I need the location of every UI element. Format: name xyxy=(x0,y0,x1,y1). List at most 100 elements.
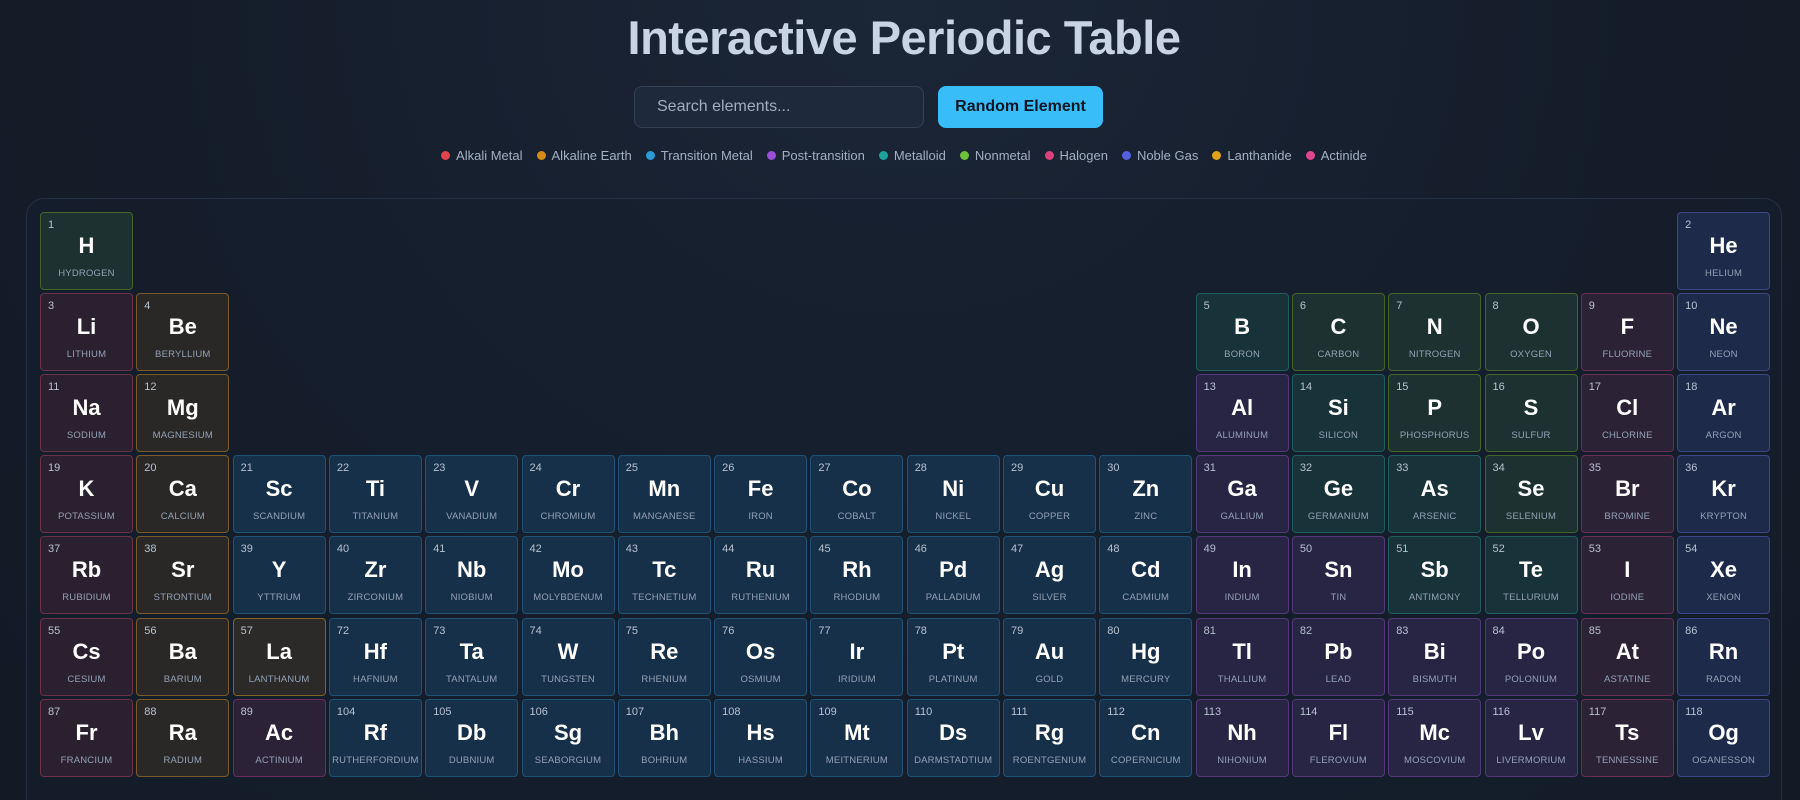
element-cell-iodine[interactable]: 53 I IODINE xyxy=(1580,536,1674,615)
element-cell-bohrium[interactable]: 107 Bh BOHRIUM xyxy=(617,698,711,777)
element-cell-arsenic[interactable]: 33 As ARSENIC xyxy=(1388,455,1482,534)
element-cell-germanium[interactable]: 32 Ge GERMANIUM xyxy=(1291,455,1385,534)
element-cell-polonium[interactable]: 84 Po POLONIUM xyxy=(1484,617,1578,696)
element-cell-tellurium[interactable]: 52 Te TELLURIUM xyxy=(1484,536,1578,615)
element-cell-darmstadtium[interactable]: 110 Ds DARMSTADTIUM xyxy=(906,698,1000,777)
element-name: ANTIMONY xyxy=(1408,592,1461,604)
random-element-button[interactable]: Random Element xyxy=(938,86,1103,128)
element-cell-bismuth[interactable]: 83 Bi BISMUTH xyxy=(1388,617,1482,696)
element-cell-rhodium[interactable]: 45 Rh RHODIUM xyxy=(810,536,904,615)
search-input[interactable] xyxy=(634,86,924,128)
element-cell-tungsten[interactable]: 74 W TUNGSTEN xyxy=(521,617,615,696)
element-cell-silver[interactable]: 47 Ag SILVER xyxy=(1003,536,1096,615)
element-cell-rubidium[interactable]: 37 Rb RUBIDIUM xyxy=(40,536,133,615)
element-cell-iridium[interactable]: 77 Ir IRIDIUM xyxy=(810,617,904,696)
element-cell-francium[interactable]: 87 Fr FRANCIUM xyxy=(40,698,133,777)
element-cell-niobium[interactable]: 41 Nb NIOBIUM xyxy=(425,536,519,615)
element-cell-vanadium[interactable]: 23 V VANADIUM xyxy=(425,455,519,534)
element-cell-dubnium[interactable]: 105 Db DUBNIUM xyxy=(425,698,519,777)
element-cell-silicon[interactable]: 14 Si SILICON xyxy=(1291,374,1385,453)
element-cell-sodium[interactable]: 11 Na SODIUM xyxy=(40,374,133,453)
element-cell-oxygen[interactable]: 8 O OXYGEN xyxy=(1484,293,1578,372)
element-cell-carbon[interactable]: 6 C CARBON xyxy=(1291,293,1385,372)
element-cell-lanthanum[interactable]: 57 La LANTHANUM xyxy=(232,617,326,696)
element-cell-neon[interactable]: 10 Ne NEON xyxy=(1677,293,1771,372)
element-cell-copernicium[interactable]: 112 Cn COPERNICIUM xyxy=(1099,698,1193,777)
element-cell-fluorine[interactable]: 9 F FLUORINE xyxy=(1580,293,1674,372)
element-cell-moscovium[interactable]: 115 Mc MOSCOVIUM xyxy=(1388,698,1482,777)
element-cell-manganese[interactable]: 25 Mn MANGANESE xyxy=(617,455,711,534)
element-cell-yttrium[interactable]: 39 Y YTTRIUM xyxy=(232,536,326,615)
element-cell-helium[interactable]: 2 He HELIUM xyxy=(1677,212,1771,290)
element-cell-antimony[interactable]: 51 Sb ANTIMONY xyxy=(1388,536,1482,615)
element-cell-seaborgium[interactable]: 106 Sg SEABORGIUM xyxy=(521,698,615,777)
element-cell-technetium[interactable]: 43 Tc TECHNETIUM xyxy=(617,536,711,615)
element-cell-astatine[interactable]: 85 At ASTATINE xyxy=(1580,617,1674,696)
element-cell-chromium[interactable]: 24 Cr CHROMIUM xyxy=(521,455,615,534)
element-cell-meitnerium[interactable]: 109 Mt MEITNERIUM xyxy=(810,698,904,777)
element-cell-mercury[interactable]: 80 Hg MERCURY xyxy=(1099,617,1193,696)
element-cell-osmium[interactable]: 76 Os OSMIUM xyxy=(714,617,808,696)
element-cell-cadmium[interactable]: 48 Cd CADMIUM xyxy=(1099,536,1193,615)
element-cell-zinc[interactable]: 30 Zn ZINC xyxy=(1099,455,1193,534)
element-symbol: I xyxy=(1624,557,1631,583)
element-cell-hafnium[interactable]: 72 Hf HAFNIUM xyxy=(328,617,422,696)
element-cell-chlorine[interactable]: 17 Cl CHLORINE xyxy=(1580,374,1674,453)
element-cell-lead[interactable]: 82 Pb LEAD xyxy=(1291,617,1385,696)
element-cell-boron[interactable]: 5 B BORON xyxy=(1195,293,1289,372)
element-cell-livermorium[interactable]: 116 Lv LIVERMORIUM xyxy=(1484,698,1578,777)
element-cell-selenium[interactable]: 34 Se SELENIUM xyxy=(1484,455,1578,534)
element-cell-xenon[interactable]: 54 Xe XENON xyxy=(1677,536,1771,615)
element-cell-copper[interactable]: 29 Cu COPPER xyxy=(1003,455,1096,534)
element-cell-radon[interactable]: 86 Rn RADON xyxy=(1677,617,1771,696)
element-cell-zirconium[interactable]: 40 Zr ZIRCONIUM xyxy=(328,536,422,615)
element-cell-sulfur[interactable]: 16 S SULFUR xyxy=(1484,374,1578,453)
element-cell-nitrogen[interactable]: 7 N NITROGEN xyxy=(1388,293,1482,372)
element-cell-cesium[interactable]: 55 Cs CESIUM xyxy=(40,617,133,696)
element-cell-hassium[interactable]: 108 Hs HASSIUM xyxy=(714,698,808,777)
element-cell-barium[interactable]: 56 Ba BARIUM xyxy=(136,617,230,696)
element-cell-radium[interactable]: 88 Ra RADIUM xyxy=(136,698,230,777)
element-name: VANADIUM xyxy=(446,511,498,523)
legend-dot-icon xyxy=(959,151,969,160)
element-cell-potassium[interactable]: 19 K POTASSIUM xyxy=(40,455,133,534)
element-cell-scandium[interactable]: 21 Sc SCANDIUM xyxy=(232,455,326,534)
element-cell-flerovium[interactable]: 114 Fl FLEROVIUM xyxy=(1291,698,1385,777)
element-cell-strontium[interactable]: 38 Sr STRONTIUM xyxy=(136,536,230,615)
element-cell-nickel[interactable]: 28 Ni NICKEL xyxy=(906,455,1000,534)
element-cell-actinium[interactable]: 89 Ac ACTINIUM xyxy=(232,698,326,777)
atomic-number: 74 xyxy=(529,624,542,637)
element-cell-lithium[interactable]: 3 Li LITHIUM xyxy=(40,293,133,372)
element-cell-hydrogen[interactable]: 1 H HYDROGEN xyxy=(40,212,133,290)
element-cell-nihonium[interactable]: 113 Nh NIHONIUM xyxy=(1195,698,1289,777)
element-cell-palladium[interactable]: 46 Pd PALLADIUM xyxy=(906,536,1000,615)
element-name: TECHNETIUM xyxy=(632,592,697,604)
element-symbol: Po xyxy=(1516,638,1546,664)
element-cell-tin[interactable]: 50 Sn TIN xyxy=(1291,536,1385,615)
element-cell-tantalum[interactable]: 73 Ta TANTALUM xyxy=(425,617,519,696)
element-cell-platinum[interactable]: 78 Pt PLATINUM xyxy=(906,617,1000,696)
element-cell-ruthenium[interactable]: 44 Ru RUTHENIUM xyxy=(714,536,808,615)
element-cell-phosphorus[interactable]: 15 P PHOSPHORUS xyxy=(1388,374,1482,453)
element-cell-iron[interactable]: 26 Fe IRON xyxy=(714,455,808,534)
element-cell-aluminum[interactable]: 13 Al ALUMINUM xyxy=(1195,374,1289,453)
element-cell-argon[interactable]: 18 Ar ARGON xyxy=(1677,374,1771,453)
element-cell-molybdenum[interactable]: 42 Mo MOLYBDENUM xyxy=(521,536,615,615)
element-cell-tennessine[interactable]: 117 Ts TENNESSINE xyxy=(1580,698,1674,777)
element-cell-titanium[interactable]: 22 Ti TITANIUM xyxy=(328,455,422,534)
element-cell-calcium[interactable]: 20 Ca CALCIUM xyxy=(136,455,230,534)
element-cell-roentgenium[interactable]: 111 Rg ROENTGENIUM xyxy=(1003,698,1096,777)
element-cell-cobalt[interactable]: 27 Co COBALT xyxy=(810,455,904,534)
element-cell-bromine[interactable]: 35 Br BROMINE xyxy=(1580,455,1674,534)
element-cell-indium[interactable]: 49 In INDIUM xyxy=(1195,536,1289,615)
element-cell-oganesson[interactable]: 118 Og OGANESSON xyxy=(1677,698,1771,777)
element-cell-gallium[interactable]: 31 Ga GALLIUM xyxy=(1195,455,1289,534)
element-cell-thallium[interactable]: 81 Tl THALLIUM xyxy=(1195,617,1289,696)
atomic-number: 28 xyxy=(914,462,927,475)
element-cell-magnesium[interactable]: 12 Mg MAGNESIUM xyxy=(136,374,230,453)
element-cell-rutherfordium[interactable]: 104 Rf RUTHERFORDIUM xyxy=(328,698,422,777)
element-cell-gold[interactable]: 79 Au GOLD xyxy=(1003,617,1096,696)
element-cell-krypton[interactable]: 36 Kr KRYPTON xyxy=(1677,455,1771,534)
element-cell-beryllium[interactable]: 4 Be BERYLLIUM xyxy=(136,293,230,372)
element-cell-rhenium[interactable]: 75 Re RHENIUM xyxy=(617,617,711,696)
